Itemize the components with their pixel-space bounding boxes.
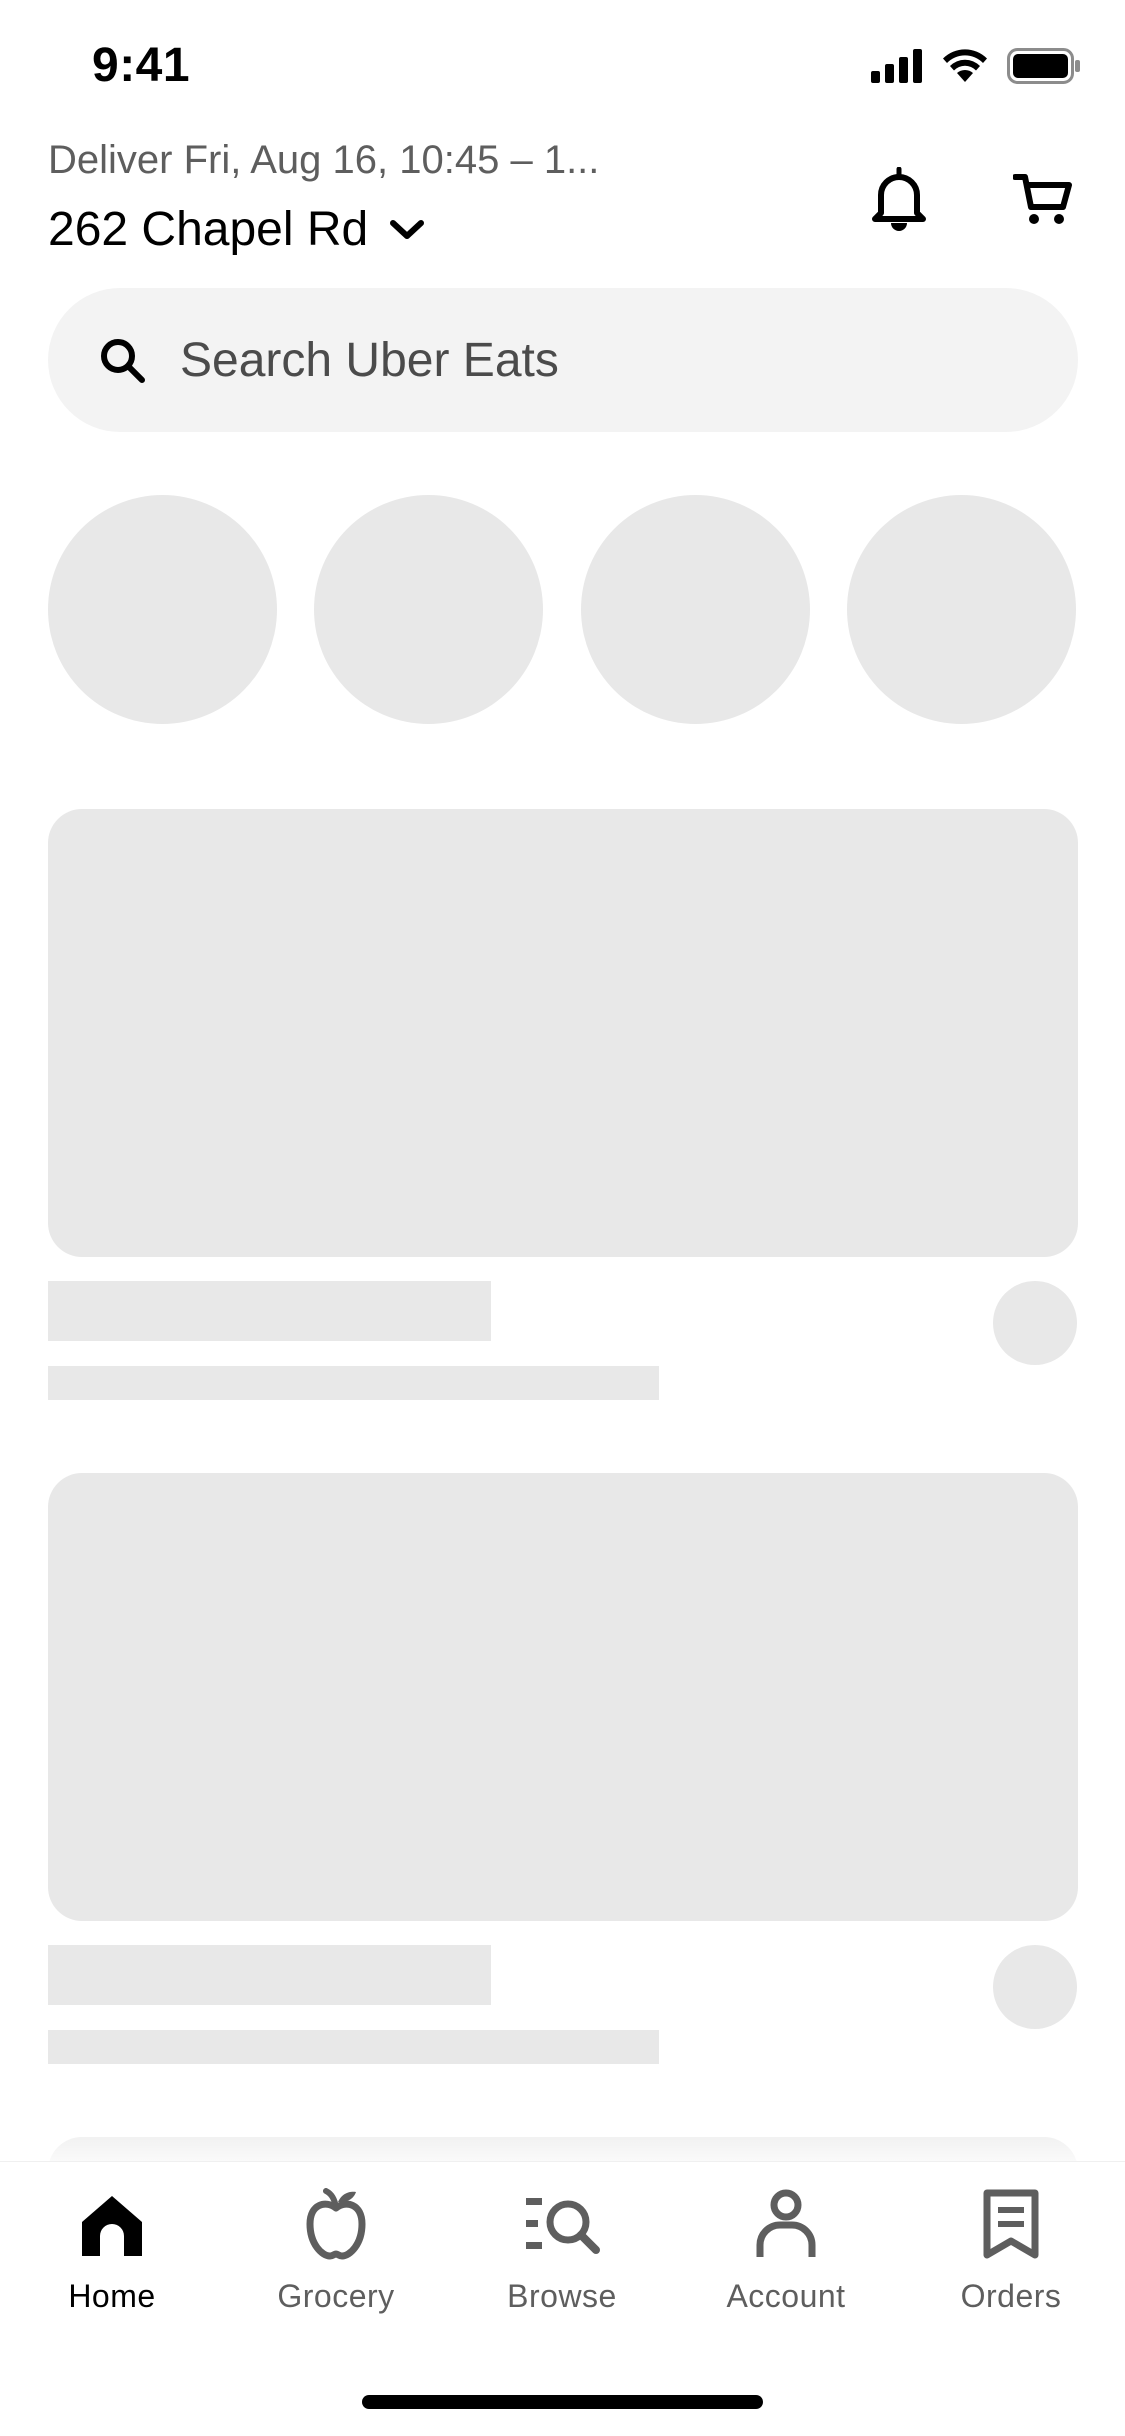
tab-account-label: Account bbox=[726, 2278, 846, 2314]
cart-icon bbox=[1013, 174, 1072, 224]
bell-icon bbox=[872, 167, 926, 231]
store-subtitle-placeholder bbox=[48, 2030, 659, 2064]
store-subtitle-placeholder bbox=[48, 1366, 659, 1400]
store-card-image-placeholder bbox=[48, 1473, 1078, 1921]
home-indicator[interactable] bbox=[362, 2395, 763, 2409]
tab-orders[interactable]: Orders bbox=[911, 2184, 1111, 2315]
store-rating-placeholder bbox=[993, 1945, 1077, 2029]
browse-search-icon bbox=[522, 2184, 602, 2264]
category-placeholder-2 bbox=[314, 495, 543, 724]
tab-browse[interactable]: Browse bbox=[462, 2184, 662, 2315]
category-placeholder-1 bbox=[48, 495, 277, 724]
search-icon bbox=[101, 339, 145, 383]
delivery-time[interactable]: Deliver Fri, Aug 16, 10:45 – 1... bbox=[48, 138, 599, 183]
status-time: 9:41 bbox=[92, 39, 191, 92]
store-title-placeholder bbox=[48, 1945, 491, 2005]
tab-grocery[interactable]: Grocery bbox=[236, 2184, 436, 2315]
tab-home-label: Home bbox=[68, 2278, 156, 2314]
tab-home[interactable]: Home bbox=[12, 2184, 212, 2315]
cart-button[interactable] bbox=[1008, 164, 1078, 234]
address-selector[interactable]: 262 Chapel Rd bbox=[48, 202, 425, 257]
scroll-fade bbox=[0, 2110, 1125, 2162]
status-icons bbox=[871, 48, 1081, 84]
category-placeholder-3 bbox=[581, 495, 810, 724]
category-placeholder-4 bbox=[847, 495, 1076, 724]
apple-icon bbox=[296, 2184, 376, 2264]
tab-browse-label: Browse bbox=[507, 2278, 617, 2314]
notifications-button[interactable] bbox=[864, 164, 934, 234]
status-bar: 9:41 bbox=[0, 0, 1125, 132]
wifi-icon bbox=[943, 49, 987, 82]
cellular-signal-icon bbox=[871, 49, 922, 83]
battery-icon bbox=[1007, 48, 1080, 84]
home-icon bbox=[72, 2184, 152, 2264]
chevron-down-icon bbox=[390, 219, 425, 239]
store-title-placeholder bbox=[48, 1281, 491, 1341]
search-bar[interactable] bbox=[48, 288, 1078, 432]
tab-orders-label: Orders bbox=[960, 2278, 1062, 2314]
tab-grocery-label: Grocery bbox=[277, 2278, 395, 2314]
person-icon bbox=[746, 2184, 826, 2264]
receipt-icon bbox=[971, 2184, 1051, 2264]
search-input[interactable] bbox=[180, 288, 1040, 432]
delivery-header: Deliver Fri, Aug 16, 10:45 – 1... 262 Ch… bbox=[48, 136, 1078, 266]
delivery-address: 262 Chapel Rd bbox=[48, 203, 369, 256]
store-rating-placeholder bbox=[993, 1281, 1077, 1365]
store-card-image-placeholder bbox=[48, 809, 1078, 1257]
tab-account[interactable]: Account bbox=[686, 2184, 886, 2315]
header-actions bbox=[864, 164, 1078, 234]
